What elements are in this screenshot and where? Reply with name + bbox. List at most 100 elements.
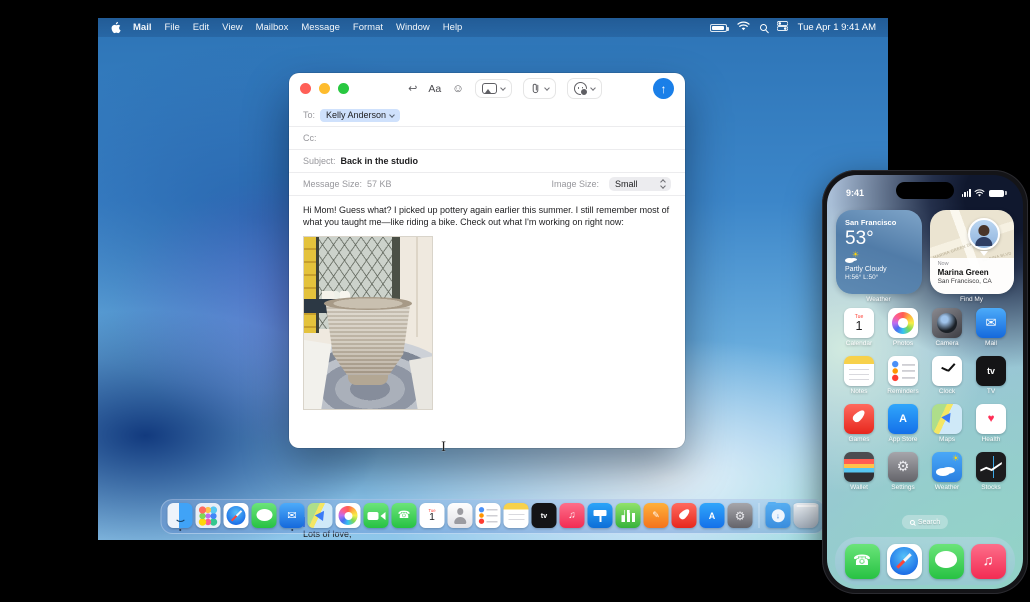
menu-item-window[interactable]: Window — [396, 22, 430, 33]
iphone-app-photos[interactable]: Photos — [881, 308, 925, 347]
minimize-window-button[interactable] — [319, 83, 330, 94]
genmoji-button[interactable] — [566, 78, 602, 99]
image-size-label: Image Size: — [551, 179, 599, 189]
photo-browser-icon — [481, 83, 497, 94]
iphone-app-games[interactable]: Games — [837, 404, 881, 443]
tv-icon — [531, 503, 557, 528]
dock-item-messages[interactable] — [251, 503, 277, 530]
dock-item-pages[interactable] — [643, 503, 669, 530]
photo-browser-button[interactable] — [474, 79, 512, 98]
spotlight-search-icon[interactable] — [759, 24, 767, 31]
iphone-clock: 9:41 — [846, 188, 865, 198]
menu-item-file[interactable]: File — [164, 22, 179, 33]
image-size-select[interactable]: Small — [609, 177, 671, 191]
message-body[interactable]: Hi Mom! Guess what? I picked up pottery … — [289, 196, 685, 540]
close-window-button[interactable] — [300, 83, 311, 94]
emoji-button[interactable]: ☺ — [452, 83, 464, 95]
home-search-button[interactable]: Search — [901, 515, 949, 529]
dock-item-calendar[interactable]: Tue 1 — [419, 503, 445, 530]
apple-menu-icon[interactable] — [110, 21, 121, 34]
app-label: Health — [981, 436, 1001, 443]
chevron-down-icon — [389, 111, 395, 118]
iphone-app-calendar[interactable]: Tue 1 Calendar — [837, 308, 881, 347]
iphone-app-wallet[interactable]: Wallet — [837, 452, 881, 491]
dock-item-reminders[interactable] — [475, 503, 501, 530]
dock-item-trash[interactable] — [793, 503, 819, 530]
dock-item-safari[interactable] — [223, 503, 249, 530]
iphone-app-grid: Tue1 Calendar Photos Camera Mail Notes Reminde… — [837, 308, 1013, 491]
cc-field[interactable]: Cc: — [289, 127, 685, 150]
appstore-icon — [699, 503, 725, 528]
pottery-photo[interactable] — [303, 236, 433, 410]
menu-item-edit[interactable]: Edit — [193, 22, 209, 33]
iphone-dock-messages[interactable] — [928, 543, 964, 579]
dock-item-tv[interactable] — [531, 503, 557, 530]
weather-widget[interactable]: San Francisco 53° Partly Cloudy H:56° L:… — [836, 210, 922, 294]
dock-item-music[interactable] — [559, 503, 585, 530]
dock-item-downloads[interactable] — [765, 501, 791, 530]
menu-item-help[interactable]: Help — [443, 22, 463, 33]
widget-labels: Weather Find My — [836, 296, 1014, 303]
dock-item-maps[interactable] — [307, 503, 333, 530]
wifi-icon[interactable] — [737, 21, 750, 34]
to-field[interactable]: To: Kelly Anderson — [289, 104, 685, 127]
control-center-icon[interactable] — [776, 21, 789, 34]
iphone-app-health[interactable]: Health — [969, 404, 1013, 443]
battery-icon[interactable] — [709, 23, 729, 32]
iphone-home-screen: 9:41 San Francisco 53° Partly Cloudy H:5… — [827, 175, 1023, 589]
clock-icon — [932, 356, 962, 386]
iphone-app-reminders[interactable]: Reminders — [881, 356, 925, 395]
iphone-app-mail[interactable]: Mail — [969, 308, 1013, 347]
dock-item-numbers[interactable] — [615, 503, 641, 530]
photo-bowl-rim — [324, 297, 412, 310]
health-icon — [976, 404, 1006, 434]
dock-item-games[interactable] — [671, 503, 697, 530]
zoom-window-button[interactable] — [338, 83, 349, 94]
dock-item-contacts[interactable] — [447, 503, 473, 530]
iphone-app-weather[interactable]: Weather — [925, 452, 969, 491]
contacts-icon — [447, 503, 473, 528]
iphone-dock-safari[interactable] — [886, 543, 922, 579]
menu-item-view[interactable]: View — [222, 22, 242, 33]
recipient-token[interactable]: Kelly Anderson — [320, 108, 401, 122]
findmy-widget[interactable]: MARINA GREEN DR MARINA BLVD Now Marina G… — [929, 210, 1014, 294]
menu-item-format[interactable]: Format — [353, 22, 383, 33]
iphone-app-tv[interactable]: TV — [969, 356, 1013, 395]
menu-item-message[interactable]: Message — [301, 22, 340, 33]
message-paragraph: Hi Mom! Guess what? I picked up pottery … — [303, 205, 670, 227]
dock-item-launchpad[interactable] — [195, 503, 221, 530]
iphone-app-camera[interactable]: Camera — [925, 308, 969, 347]
dock-item-finder[interactable] — [167, 503, 193, 531]
dock-item-mail[interactable] — [279, 503, 305, 531]
iphone-app-stocks[interactable]: Stocks — [969, 452, 1013, 491]
to-label: To: — [303, 110, 316, 120]
window-titlebar[interactable]: ↩ Aa ☺ ↑ — [289, 73, 685, 104]
iphone-app-clock[interactable]: Clock — [925, 356, 969, 395]
dock-item-phone[interactable] — [391, 503, 417, 530]
menu-item-mailbox[interactable]: Mailbox — [256, 22, 289, 33]
attachment-button[interactable] — [522, 78, 556, 99]
subject-field[interactable]: Subject: Back in the studio — [289, 150, 685, 173]
iphone-dock-music[interactable] — [970, 543, 1006, 579]
menu-item-mail[interactable]: Mail — [133, 22, 151, 33]
dock-item-keynote[interactable] — [587, 503, 613, 530]
weather-widget-label: Weather — [866, 296, 891, 303]
dock-item-photos[interactable] — [335, 503, 361, 530]
subject-label: Subject: — [303, 156, 336, 166]
mac-dock: Tue1 — [160, 499, 826, 534]
dock-item-facetime[interactable] — [363, 503, 389, 530]
dock-item-notes[interactable] — [503, 503, 529, 530]
dock-item-settings[interactable] — [727, 503, 753, 530]
iphone-app-settings[interactable]: Settings — [881, 452, 925, 491]
iphone-dock-phone[interactable] — [844, 543, 880, 579]
search-icon — [909, 519, 915, 525]
menu-bar-clock[interactable]: Tue Apr 1 9:41 AM — [798, 22, 876, 33]
undo-button[interactable]: ↩ — [408, 82, 417, 95]
iphone-app-maps[interactable]: Maps — [925, 404, 969, 443]
iphone-app-appstore[interactable]: App Store — [881, 404, 925, 443]
send-button[interactable]: ↑ — [653, 78, 674, 99]
iphone-app-notes[interactable]: Notes — [837, 356, 881, 395]
dock-item-appstore[interactable] — [699, 503, 725, 530]
app-label: Camera — [935, 340, 959, 347]
format-text-button[interactable]: Aa — [428, 83, 441, 95]
